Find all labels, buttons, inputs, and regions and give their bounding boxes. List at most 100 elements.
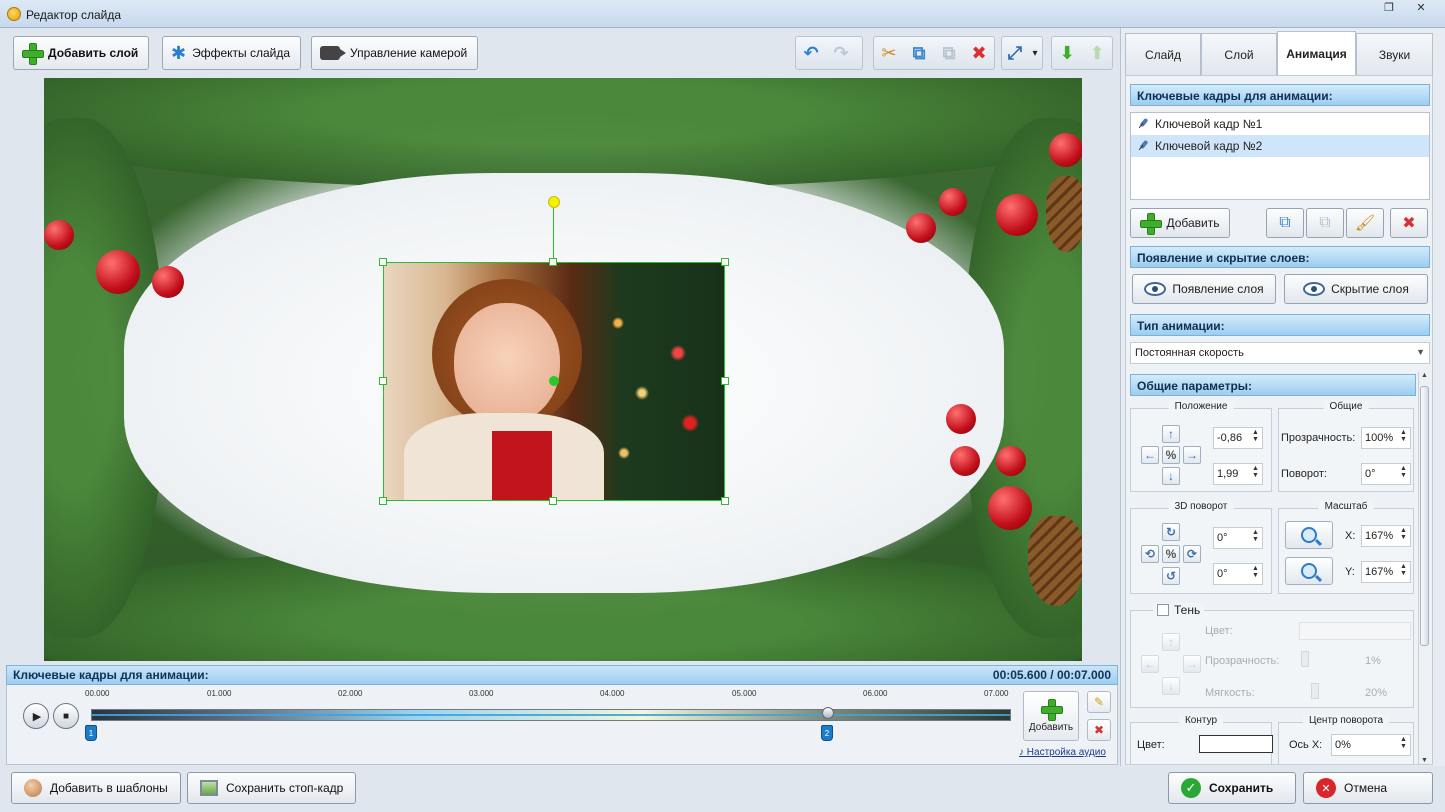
arrow-left-icon[interactable]: ← [1141,446,1159,464]
resize-handle-br[interactable] [721,497,729,505]
camera-control-button[interactable]: Управление камерой [311,36,479,70]
arrow-right-icon[interactable]: → [1183,446,1201,464]
animation-type-select[interactable]: Постоянная скорость ▼ [1130,342,1430,364]
rotate-y-icon[interactable]: ⟲ [1141,545,1159,563]
contour-color-swatch[interactable] [1199,735,1273,753]
rotate-y2-icon[interactable]: ⟳ [1183,545,1201,563]
pivot-x-input[interactable]: 0% ▲▼ [1331,734,1411,756]
restore-button[interactable]: ❐ [1374,0,1404,18]
spin-arrows-icon[interactable]: ▲▼ [1399,465,1408,479]
close-window-button[interactable]: ✕ [1406,0,1436,18]
spin-arrows-icon[interactable]: ▲▼ [1251,565,1260,579]
resize-handle-b[interactable] [549,497,557,505]
move-down-icon[interactable]: ⬇ [1052,38,1082,68]
spin-arrows-icon[interactable]: ▲▼ [1399,527,1408,541]
add-layer-label: Добавить слой [48,46,139,60]
opacity-input[interactable]: 100% ▲▼ [1361,427,1411,449]
tab-animation[interactable]: Анимация [1277,31,1356,75]
keyframe-marker-1[interactable]: 1 [85,725,97,741]
rotation-3d-a-input[interactable]: 0° ▲▼ [1213,527,1263,549]
keyframe-label: Ключевой кадр №2 [1155,139,1263,153]
zoom-in-button[interactable] [1285,521,1333,549]
tab-slide[interactable]: Слайд [1125,33,1201,75]
rotate-x-icon[interactable]: ↻ [1162,523,1180,541]
rotation-handle[interactable] [548,196,560,208]
copy-keyframe-icon[interactable]: ⧉ [1266,208,1304,238]
timeline-add-button[interactable]: Добавить [1023,691,1079,741]
scale-x-value: 167% [1365,530,1394,542]
edit-keyframe-icon[interactable]: ✎ [1087,691,1111,713]
paste-keyframe-icon[interactable]: ⧉ [1306,208,1344,238]
timeline-track[interactable] [91,709,1011,721]
scale-y-input[interactable]: 167% ▲▼ [1361,561,1411,583]
percent-icon[interactable]: % [1162,446,1180,464]
paste-icon[interactable]: ⧉ [934,38,964,68]
anim-type-section-title: Тип анимации: [1130,314,1430,336]
spin-arrows-icon[interactable]: ▲▼ [1399,429,1408,443]
scrollbar-thumb[interactable] [1420,386,1429,646]
spin-arrows-icon[interactable]: ▲▼ [1251,529,1260,543]
save-button[interactable]: ✓ Сохранить [1168,772,1296,804]
redo-icon[interactable]: ↷ [826,38,856,68]
shadow-checkbox[interactable] [1157,604,1169,616]
arrow-up-icon[interactable]: ↑ [1162,425,1180,443]
cancel-icon: ✕ [1316,778,1336,798]
add-to-templates-button[interactable]: Добавить в шаблоны [11,772,181,804]
keyframe-marker-2[interactable]: 2 [821,725,833,741]
cut-icon[interactable]: ✂ [874,38,904,68]
scale-title: Масштаб [1318,501,1374,512]
rotation-3d-b-input[interactable]: 0° ▲▼ [1213,563,1263,585]
resize-handle-r[interactable] [721,377,729,385]
list-item[interactable]: Ключевой кадр №2 [1131,135,1429,157]
zoom-out-button[interactable] [1285,557,1333,585]
cancel-button[interactable]: ✕ Отмена [1303,772,1433,804]
brush-icon[interactable]: 🖌 [1346,208,1384,238]
slide-canvas[interactable] [44,78,1082,661]
percent-icon[interactable]: % [1162,545,1180,563]
pivot-point[interactable] [549,376,559,386]
stop-button[interactable]: ■ [53,703,79,729]
spin-arrows-icon[interactable]: ▲▼ [1399,736,1408,750]
tab-layer[interactable]: Слой [1201,33,1277,75]
photo-dress [492,431,552,500]
rotation-input[interactable]: 0° ▲▼ [1361,463,1411,485]
resize-handle-tl[interactable] [379,258,387,266]
pin-icon [1137,140,1149,152]
delete-keyframe-icon[interactable]: ✖ [1087,719,1111,741]
tab-sounds[interactable]: Звуки [1356,33,1433,75]
play-button[interactable]: ▶ [23,703,49,729]
list-item[interactable]: Ключевой кадр №1 [1131,113,1429,135]
scroll-down-icon[interactable]: ▼ [1421,757,1428,764]
app-icon [7,7,21,21]
slide-effects-button[interactable]: ✱ Эффекты слайда [162,36,302,70]
shadow-toggle[interactable]: Тень [1153,603,1205,617]
delete-keyframe-icon[interactable]: ✖ [1390,208,1428,238]
panel-scrollbar[interactable]: ▲ ▼ [1418,372,1430,764]
fit-screen-icon[interactable]: ⤢ [1002,38,1028,68]
undo-icon[interactable]: ↶ [796,38,826,68]
add-layer-button[interactable]: Добавить слой [13,36,150,70]
add-keyframe-button[interactable]: Добавить [1130,208,1230,238]
spin-arrows-icon[interactable]: ▲▼ [1251,429,1260,443]
resize-handle-t[interactable] [549,258,557,266]
rotate-x2-icon[interactable]: ↺ [1162,567,1180,585]
resize-handle-l[interactable] [379,377,387,385]
audio-settings-link[interactable]: ♪ Настройка аудио [1019,747,1106,758]
appear-layer-button[interactable]: Появление слоя [1132,274,1276,304]
scroll-up-icon[interactable]: ▲ [1421,372,1428,379]
copy-icon[interactable]: ⧉ [904,38,934,68]
save-frame-button[interactable]: Сохранить стоп-кадр [187,772,357,804]
position-y-input[interactable]: 1,99 ▲▼ [1213,463,1263,485]
spin-arrows-icon[interactable]: ▲▼ [1399,563,1408,577]
position-x-input[interactable]: -0,86 ▲▼ [1213,427,1263,449]
scale-x-input[interactable]: 167% ▲▼ [1361,525,1411,547]
playhead[interactable] [822,707,834,719]
resize-handle-bl[interactable] [379,497,387,505]
move-up-icon[interactable]: ⬆ [1082,38,1112,68]
chevron-down-icon[interactable]: ▾ [1028,38,1042,68]
delete-icon[interactable]: ✖ [964,38,994,68]
arrow-down-icon[interactable]: ↓ [1162,467,1180,485]
spin-arrows-icon[interactable]: ▲▼ [1251,465,1260,479]
resize-handle-tr[interactable] [721,258,729,266]
hide-layer-button[interactable]: Скрытие слоя [1284,274,1428,304]
